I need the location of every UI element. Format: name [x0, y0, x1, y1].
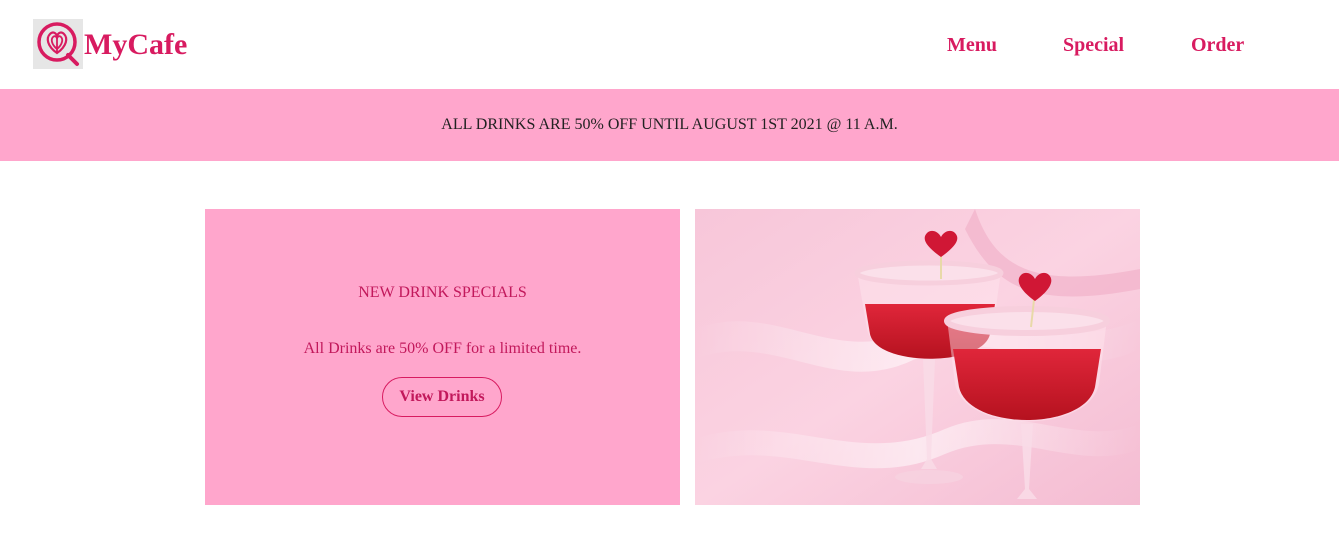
nav-special-link[interactable]: Special — [1063, 33, 1124, 57]
promo-description: All Drinks are 50% OFF for a limited tim… — [303, 340, 582, 357]
drinks-photo — [695, 209, 1140, 505]
view-drinks-button[interactable]: View Drinks — [382, 377, 502, 417]
brand-name[interactable]: MyCafe — [84, 25, 187, 65]
logo[interactable] — [33, 19, 83, 69]
nav-order-link[interactable]: Order — [1191, 33, 1244, 57]
site-header: MyCafe Menu Special Order — [0, 0, 1339, 89]
cafe-heart-logo-icon — [37, 22, 79, 66]
promo-card: NEW DRINK SPECIALS All Drinks are 50% OF… — [205, 209, 680, 505]
banner-text: ALL DRINKS ARE 50% OFF UNTIL AUGUST 1ST … — [441, 116, 898, 133]
cocktails-image — [695, 209, 1140, 505]
nav-menu-link[interactable]: Menu — [947, 33, 997, 57]
promo-title: NEW DRINK SPECIALS — [358, 284, 527, 301]
promo-banner: ALL DRINKS ARE 50% OFF UNTIL AUGUST 1ST … — [0, 89, 1339, 161]
